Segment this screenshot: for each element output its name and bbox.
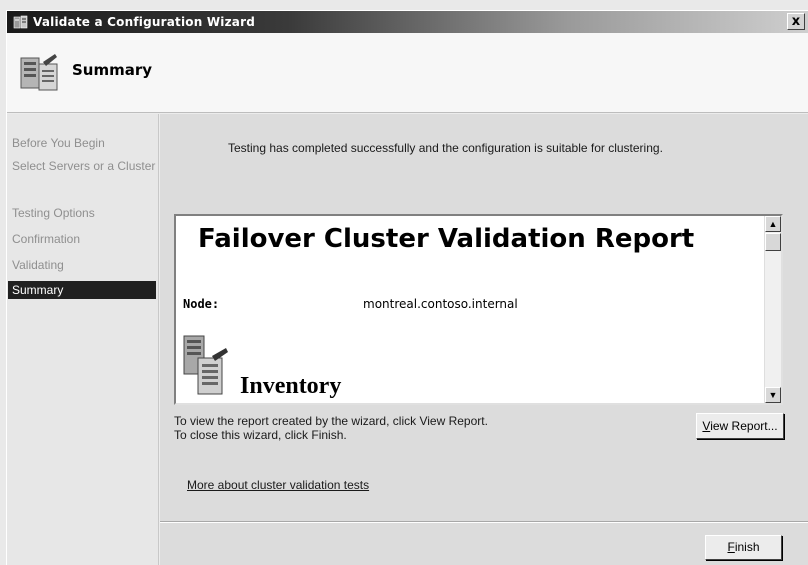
instructions-text: To view the report created by the wizard…: [174, 414, 488, 442]
validation-report-viewer[interactable]: Failover Cluster Validation Report Node:…: [174, 214, 783, 405]
close-button[interactable]: x: [787, 13, 805, 30]
finish-label: inish: [734, 540, 760, 554]
wizard-steps-nav: Before You Begin Select Servers or a Clu…: [7, 114, 159, 565]
title-bar[interactable]: Validate a Configuration Wizard x: [7, 11, 808, 33]
view-report-label: iew Report...: [710, 419, 778, 433]
nav-item-summary[interactable]: Summary: [8, 281, 156, 299]
finish-accel: F: [727, 540, 735, 554]
inventory-icon: [183, 335, 228, 395]
nav-item-select-servers[interactable]: Select Servers or a Cluster: [12, 159, 157, 173]
scroll-up-button[interactable]: ▲: [765, 216, 781, 232]
wizard-header: Summary: [7, 33, 808, 113]
status-message: Testing has completed successfully and t…: [228, 141, 663, 155]
close-icon: x: [791, 14, 801, 29]
page-title: Summary: [72, 61, 153, 79]
triangle-up-icon: ▲: [768, 219, 778, 229]
wizard-report-icon: [20, 54, 58, 91]
wizard-content: Testing has completed successfully and t…: [160, 114, 808, 565]
scroll-down-button[interactable]: ▼: [765, 387, 781, 403]
nav-item-before-you-begin[interactable]: Before You Begin: [12, 136, 157, 150]
report-node-value: montreal.contoso.internal: [363, 297, 518, 311]
finish-button[interactable]: Finish: [705, 535, 782, 560]
report-title: Failover Cluster Validation Report: [198, 224, 695, 254]
triangle-down-icon: ▼: [768, 390, 778, 400]
wizard-window: Validate a Configuration Wizard x Summar…: [6, 10, 808, 565]
instruction-line-view-report: To view the report created by the wizard…: [174, 414, 488, 428]
nav-item-testing-options[interactable]: Testing Options: [12, 206, 157, 220]
nav-item-confirmation[interactable]: Confirmation: [12, 232, 157, 246]
view-report-button[interactable]: View Report...: [696, 413, 784, 439]
cluster-validation-help-link[interactable]: More about cluster validation tests: [187, 478, 369, 492]
nav-item-validating[interactable]: Validating: [12, 258, 157, 272]
window-title: Validate a Configuration Wizard: [33, 15, 256, 29]
cluster-wizard-icon: [13, 15, 28, 29]
report-node-label: Node:: [183, 297, 220, 311]
instruction-line-finish: To close this wizard, click Finish.: [174, 428, 347, 442]
report-scrollbar[interactable]: ▲ ▼: [764, 216, 781, 403]
report-section-heading: Inventory: [240, 373, 342, 399]
footer-divider: [160, 521, 808, 523]
scroll-thumb[interactable]: [765, 233, 781, 251]
